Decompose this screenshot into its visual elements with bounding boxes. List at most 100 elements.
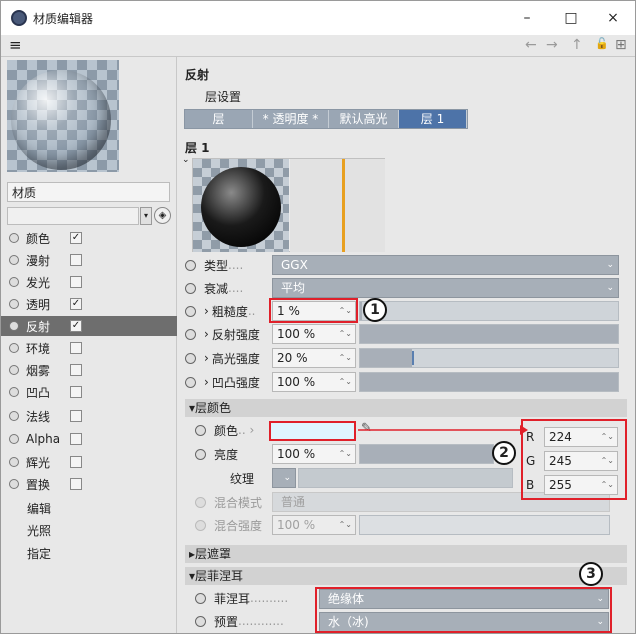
type-dropdown[interactable]: GGX ⌄ [272,255,619,275]
tab-layer-1[interactable]: 层 1 [399,110,467,128]
param-dot-icon [195,592,206,604]
forward-arrow-icon[interactable]: → [546,37,558,53]
layer-tabs: 层 * 透明度 * 默认高光 层 1 [184,109,468,129]
bump-strength-field[interactable]: 100 % ⌃⌄ [272,372,356,392]
channel-transparency[interactable]: 透明 ✓ [9,294,82,314]
sidebar-item-edit[interactable]: 编辑 [27,500,51,517]
channel-checkbox[interactable] [70,410,82,422]
channel-diffusion[interactable]: 漫射 [9,250,82,270]
spinner-icon[interactable]: ⌃⌄ [339,445,352,463]
callout-3: 3 [579,562,603,586]
channel-checkbox[interactable]: ✓ [70,232,82,244]
roughness-row: › 粗糙度.. [185,300,255,322]
spinner-icon[interactable]: ⌃⌄ [339,349,352,367]
channel-checkbox[interactable] [70,478,82,490]
spinner-icon[interactable]: ⌃⌄ [339,325,352,343]
collapse-icon[interactable]: ⌄ [182,155,190,165]
channel-reflectance[interactable]: 反射 ✓ [1,316,177,336]
slider-handle[interactable] [412,351,414,365]
channel-luminance[interactable]: 发光 [9,272,82,292]
channel-checkbox[interactable] [70,254,82,266]
channel-checkbox[interactable] [70,342,82,354]
channel-fog[interactable]: 烟雾 [9,360,82,380]
layer-preview-image [193,159,289,252]
param-dot-icon [195,448,206,460]
rgb-red-row: R 224 ⌃⌄ [526,426,618,448]
title-bar: 材质编辑器 – □ × [1,1,635,35]
rgb-blue-row: B 255 ⌃⌄ [526,474,618,496]
brightness-field[interactable]: 100 % ⌃⌄ [272,444,356,464]
sidebar-item-illumination[interactable]: 光照 [27,522,51,539]
back-arrow-icon[interactable]: ← [525,37,537,53]
spinner-icon[interactable]: ⌃⌄ [601,428,614,446]
falloff-preview [290,159,385,252]
channel-sidebar: 材质 ▾ ◈ 颜色 ✓ 漫射 发光 透明 ✓ 反射 ✓ 环境 烟雾 凹凸 法线 Alp… [1,57,177,633]
attenuation-dropdown[interactable]: 平均 ⌄ [272,278,619,298]
channel-checkbox[interactable] [70,386,82,398]
green-field[interactable]: 245 ⌃⌄ [544,451,618,471]
lock-icon[interactable]: 🔓 [595,37,609,50]
layer-mask-header[interactable]: ▸层遮罩 [185,545,627,563]
red-field[interactable]: 224 ⌃⌄ [544,427,618,447]
material-name-field[interactable]: 材质 [7,182,170,202]
layer-fresnel-header[interactable]: ▾层菲涅耳 [185,567,627,585]
spinner-icon[interactable]: ⌃⌄ [601,476,614,494]
color-swatch[interactable] [269,421,356,441]
color-row: 颜色.. › [195,419,254,441]
blend-mode-row: 混合模式 [195,491,262,513]
brightness-slider[interactable] [359,444,494,464]
texture-menu-button[interactable]: ⌄ [272,468,296,488]
channel-environment[interactable]: 环境 [9,338,82,358]
attenuation-row: 衰减.... [185,277,243,299]
close-button[interactable]: × [598,7,628,29]
channel-dot-icon [9,343,19,353]
black-sphere-preview [201,167,281,247]
maximize-button[interactable]: □ [556,7,586,29]
param-dot-icon [185,282,196,294]
tab-transparency[interactable]: * 透明度 * [253,110,329,128]
spinner-icon[interactable]: ⌃⌄ [601,452,614,470]
highlight-box-1 [269,298,358,323]
channel-checkbox[interactable]: ✓ [70,298,82,310]
material-selector[interactable] [7,207,139,225]
channel-normal[interactable]: 法线 [9,406,82,426]
channel-checkbox[interactable]: ✓ [70,320,82,332]
channel-glow[interactable]: 辉光 [9,452,82,472]
channel-dot-icon [9,255,19,265]
blue-field[interactable]: 255 ⌃⌄ [544,475,618,495]
specular-strength-field[interactable]: 20 % ⌃⌄ [272,348,356,368]
param-dot-icon [185,352,196,364]
channel-checkbox[interactable] [70,364,82,376]
sidebar-item-assign[interactable]: 指定 [27,545,51,562]
channel-checkbox[interactable] [70,276,82,288]
up-arrow-icon[interactable]: ↑ [571,37,583,53]
layer-color-header[interactable]: ▾层颜色 [185,399,627,417]
spinner-icon[interactable]: ⌃⌄ [339,373,352,391]
channel-checkbox[interactable] [70,433,82,445]
material-preview[interactable] [7,60,119,172]
chevron-down-icon: ⌄ [606,260,614,270]
channel-checkbox[interactable] [70,456,82,468]
roughness-slider[interactable] [359,301,619,321]
channel-displacement[interactable]: 置换 [9,474,82,494]
window-title: 材质编辑器 [33,12,94,26]
new-window-icon[interactable]: ⊞ [615,37,627,53]
chevron-down-icon[interactable]: ▾ [140,207,152,225]
callout-1: 1 [363,298,387,322]
specular-strength-slider[interactable] [359,348,619,368]
channel-color[interactable]: 颜色 ✓ [9,228,82,248]
hamburger-menu-icon[interactable]: ≡ [9,38,22,53]
texture-slot[interactable] [298,468,513,488]
tab-layers[interactable]: 层 [185,110,253,128]
picker-icon[interactable]: ◈ [154,207,171,224]
minimize-button[interactable]: – [512,7,542,29]
channel-bump[interactable]: 凹凸 [9,382,82,402]
bump-strength-slider[interactable] [359,372,619,392]
channel-dot-icon [9,434,19,444]
reflection-strength-field[interactable]: 100 % ⌃⌄ [272,324,356,344]
channel-dot-icon [9,479,19,489]
channel-alpha[interactable]: Alpha [9,429,82,449]
reflection-strength-slider[interactable] [359,324,619,344]
tab-default-specular[interactable]: 默认高光 [329,110,399,128]
layer-preview [192,158,385,252]
